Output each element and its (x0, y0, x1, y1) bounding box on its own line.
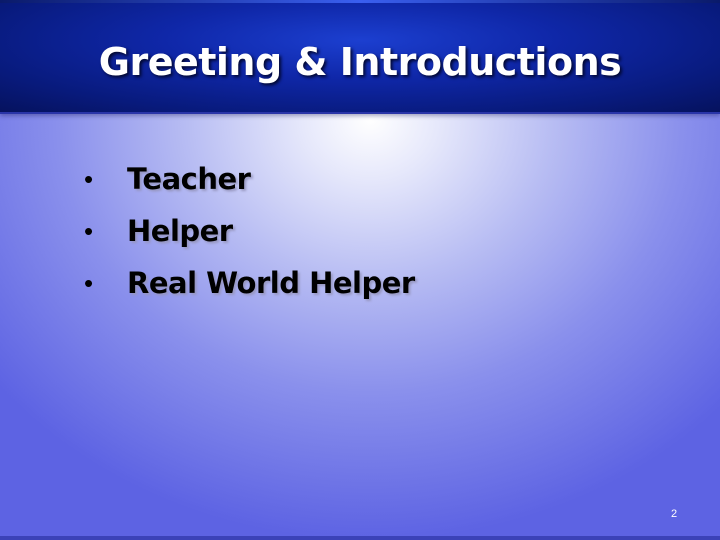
title-bar: Greeting & Introductions (0, 0, 720, 114)
bullet-text: Real World Helper (127, 266, 415, 300)
slide: Greeting & Introductions • Teacher • Hel… (0, 0, 720, 540)
page-number: 2 (670, 508, 678, 520)
bullet-text: Helper (127, 214, 233, 248)
bullet-marker: • (84, 216, 94, 246)
bullet-text: Teacher (127, 162, 251, 196)
bottom-divider (0, 536, 720, 540)
bullet-marker: • (84, 268, 94, 298)
bullet-marker: • (84, 164, 94, 194)
slide-title: Greeting & Introductions (98, 40, 622, 84)
